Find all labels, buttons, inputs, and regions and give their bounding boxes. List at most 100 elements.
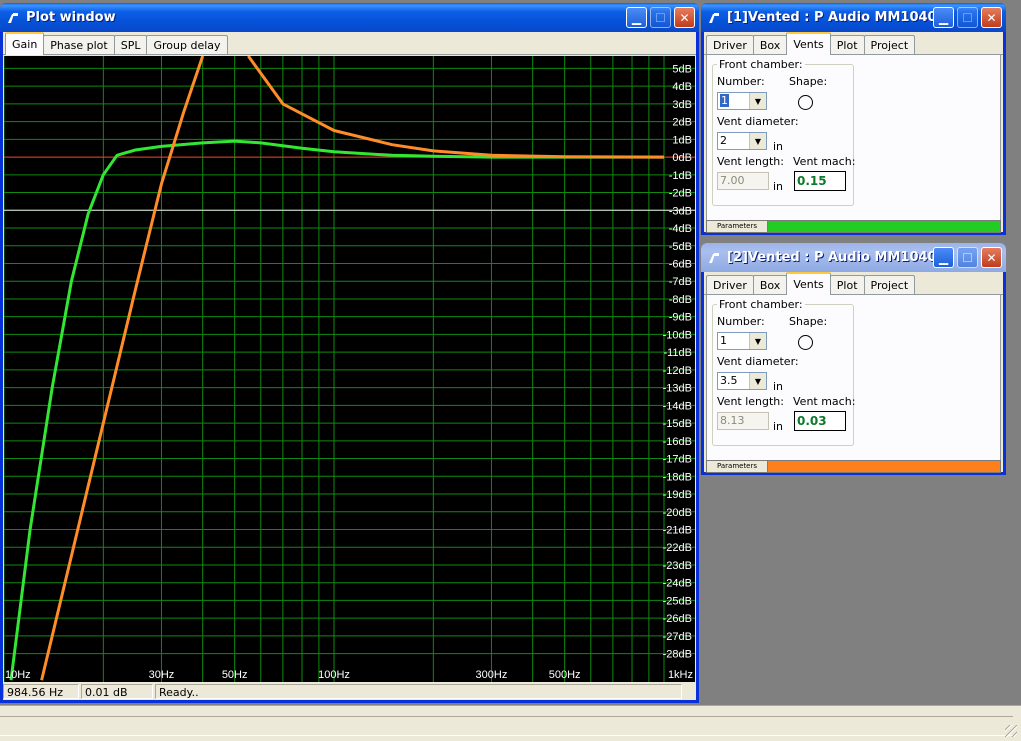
y-tick-label: -12dB	[663, 365, 692, 377]
vent-length-field[interactable]: 8.13	[717, 412, 769, 430]
diameter-label: Vent diameter:	[717, 355, 799, 368]
y-tick-label: -11dB	[663, 347, 692, 359]
tab-vents[interactable]: Vents	[786, 272, 831, 295]
length-unit: in	[773, 180, 784, 193]
tab-plot[interactable]: Plot	[829, 275, 865, 294]
maximize-button[interactable]: ☐	[957, 247, 978, 268]
gain-curve-1	[9, 139, 664, 681]
y-tick-label: -3dB	[669, 205, 692, 217]
y-tick-label: -4dB	[669, 223, 692, 235]
vent-length-field[interactable]: 7.00	[717, 172, 769, 190]
y-tick-label: 2dB	[672, 117, 692, 129]
y-tick-label: -19dB	[663, 489, 692, 501]
plot-statusbar: 984.56 Hz 0.01 dB Ready..	[3, 683, 696, 700]
tab-project[interactable]: Project	[863, 35, 916, 54]
panel-2-titlebar[interactable]: [2]Vented : P Audio MM1040U... ▁ ☐ ✕	[701, 243, 1006, 272]
y-tick-label: -1dB	[669, 170, 692, 182]
number-label: Number:	[717, 315, 765, 328]
diameter-value: 2	[720, 134, 727, 147]
y-tick-label: 0dB	[672, 152, 692, 164]
diameter-select[interactable]: 2 ▼	[717, 132, 767, 150]
close-button[interactable]: ✕	[674, 7, 695, 28]
minimize-button[interactable]: ▁	[933, 7, 954, 28]
y-tick-label: -22dB	[663, 542, 692, 554]
y-tick-label: -10dB	[663, 329, 692, 341]
plot-tabs: Gain Phase plot SPL Group delay	[3, 32, 696, 55]
tab-box[interactable]: Box	[752, 35, 788, 54]
y-tick-label: -7dB	[669, 276, 692, 288]
y-tick-label: -5dB	[669, 241, 692, 253]
y-tick-label: -18dB	[663, 471, 692, 483]
front-chamber-group: Front chamber: Number: Shape: 1 ▼ Vent d…	[712, 298, 856, 446]
number-value: 1	[720, 334, 727, 347]
length-label: Vent length:	[717, 155, 784, 168]
plot-window-titlebar[interactable]: Plot window ▁ ☐ ✕	[0, 3, 699, 32]
plot-window-title: Plot window	[26, 10, 116, 25]
tab-gain[interactable]: Gain	[5, 32, 45, 55]
y-tick-label: -17dB	[663, 454, 692, 466]
resize-grip-icon[interactable]	[1005, 725, 1017, 737]
number-select[interactable]: 1 ▼	[717, 332, 767, 350]
tab-plot[interactable]: Plot	[829, 35, 865, 54]
plot-window: Plot window ▁ ☐ ✕ Gain Phase plot SPL Gr…	[0, 3, 699, 703]
x-tick-label: 1kHz	[668, 669, 693, 681]
y-tick-label: -20dB	[663, 507, 692, 519]
y-tick-label: -6dB	[669, 258, 692, 270]
diameter-value: 3.5	[720, 374, 738, 387]
close-button[interactable]: ✕	[981, 7, 1002, 28]
panel-color-swatch	[768, 221, 1000, 232]
y-tick-label: -16dB	[663, 436, 692, 448]
maximize-button[interactable]: ☐	[957, 7, 978, 28]
parameters-button[interactable]: Parameters	[707, 221, 768, 232]
number-select[interactable]: 1 ▼	[717, 92, 767, 110]
group-title: Front chamber:	[717, 58, 805, 71]
chevron-down-icon[interactable]: ▼	[749, 133, 766, 149]
status-gain: 0.01 dB	[81, 684, 153, 699]
y-tick-label: 4dB	[672, 81, 692, 93]
tab-box[interactable]: Box	[752, 275, 788, 294]
panel-1-tabs: Driver Box Vents Plot Project	[704, 32, 1003, 55]
y-tick-label: -8dB	[669, 294, 692, 306]
y-tick-label: 5dB	[672, 63, 692, 75]
minimize-button[interactable]: ▁	[933, 247, 954, 268]
x-tick-label: 30Hz	[149, 669, 175, 681]
minimize-button[interactable]: ▁	[626, 7, 647, 28]
parameters-bar: Parameters	[706, 220, 1001, 233]
tab-vents[interactable]: Vents	[786, 32, 831, 55]
mach-label: Vent mach:	[793, 395, 856, 408]
chevron-down-icon[interactable]: ▼	[749, 333, 766, 349]
diameter-select[interactable]: 3.5 ▼	[717, 372, 767, 390]
x-tick-label: 50Hz	[222, 669, 248, 681]
diameter-unit: in	[773, 380, 784, 393]
number-value: 1	[720, 94, 729, 107]
tab-project[interactable]: Project	[863, 275, 916, 294]
close-button[interactable]: ✕	[981, 247, 1002, 268]
panel-1-titlebar[interactable]: [1]Vented : P Audio MM1040U... ▁ ☐ ✕	[701, 3, 1006, 32]
tab-driver[interactable]: Driver	[706, 275, 754, 294]
maximize-button[interactable]: ☐	[650, 7, 671, 28]
panel-1-title: [1]Vented : P Audio MM1040U...	[727, 10, 933, 25]
tab-phase-plot[interactable]: Phase plot	[43, 35, 115, 54]
gain-chart-svg[interactable]: 5dB 4dB 3dB 2dB 1dB 0dB -1dB -2dB -3dB -4dB -5dB -6…	[4, 56, 695, 682]
chevron-down-icon[interactable]: ▼	[749, 93, 766, 109]
gain-curve-3	[247, 56, 665, 159]
round-shape-icon[interactable]	[798, 335, 813, 350]
length-unit: in	[773, 420, 784, 433]
tab-spl[interactable]: SPL	[113, 35, 148, 54]
parameters-button[interactable]: Parameters	[707, 461, 768, 472]
tab-group-delay[interactable]: Group delay	[146, 35, 228, 54]
panel-2-tabs: Driver Box Vents Plot Project	[704, 272, 1003, 295]
diameter-unit: in	[773, 140, 784, 153]
gain-plot[interactable]: 5dB 4dB 3dB 2dB 1dB 0dB -1dB -2dB -3dB -4dB -5dB -6…	[4, 56, 695, 682]
diameter-label: Vent diameter:	[717, 115, 799, 128]
y-tick-label: -26dB	[663, 613, 692, 625]
y-tick-label: -23dB	[663, 560, 692, 572]
round-shape-icon[interactable]	[798, 95, 813, 110]
speaker-app-icon	[709, 252, 719, 263]
speaker-app-icon	[8, 12, 18, 23]
tab-driver[interactable]: Driver	[706, 35, 754, 54]
chevron-down-icon[interactable]: ▼	[749, 373, 766, 389]
vent-panel-1: [1]Vented : P Audio MM1040U... ▁ ☐ ✕ Dri…	[701, 3, 1006, 235]
x-tick-label: 100Hz	[318, 669, 350, 681]
group-title: Front chamber:	[717, 298, 805, 311]
